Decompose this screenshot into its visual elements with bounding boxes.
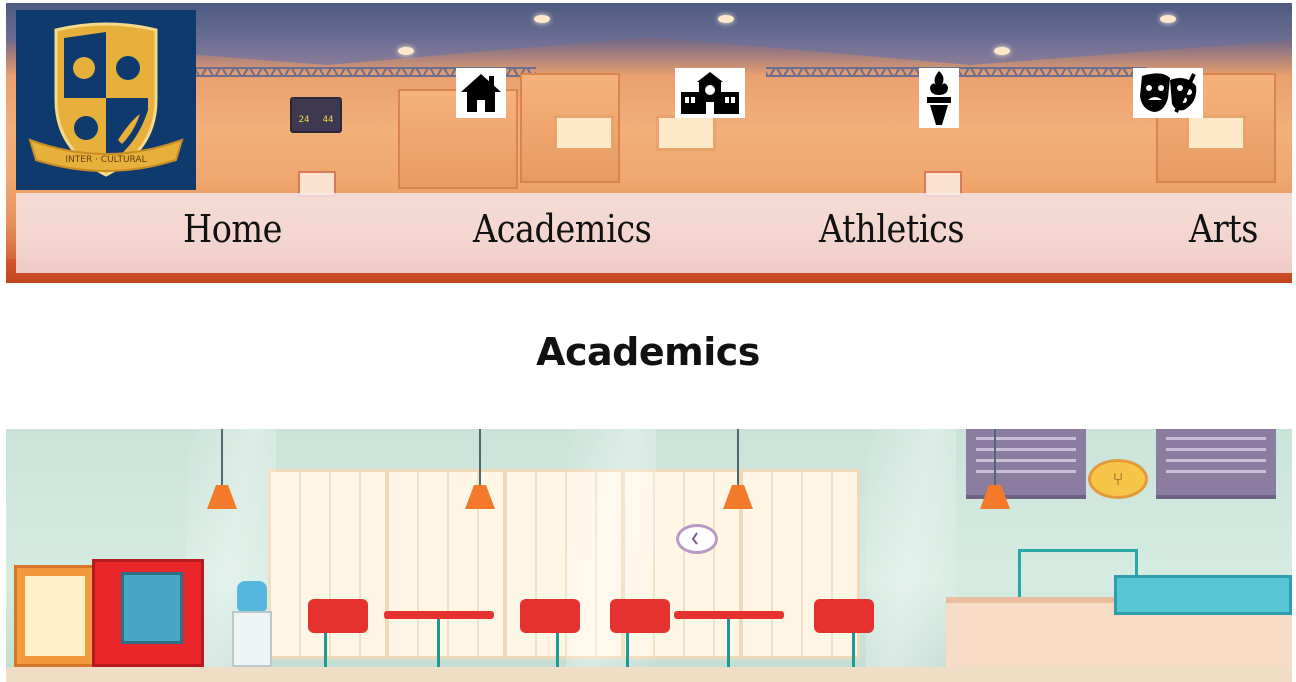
cafe-table <box>384 611 494 619</box>
cafe-table <box>674 611 784 619</box>
fork-knife-icon: ⑂ <box>1088 459 1148 499</box>
cafe-chair <box>610 599 670 633</box>
table-leg <box>727 619 730 667</box>
main-navbar: Home Academics Athletics Arts <box>16 193 1292 273</box>
cafe-chair <box>814 599 874 633</box>
pendant-cord <box>737 429 739 485</box>
ceiling-light <box>718 15 734 23</box>
light-beam <box>566 429 656 682</box>
water-cooler <box>232 581 272 667</box>
gym-window <box>1186 115 1246 151</box>
menu-board <box>1156 429 1276 499</box>
pendant-cord <box>479 429 481 485</box>
logo-banner-text: INTER · CULTURAL <box>65 155 146 165</box>
page-title: Academics <box>536 330 760 374</box>
nav-link-arts[interactable]: Arts <box>1189 207 1258 251</box>
nav-link-academics[interactable]: Academics <box>473 207 652 251</box>
school-building-icon[interactable] <box>675 68 745 118</box>
scoreboard-right: 44 <box>322 115 334 125</box>
ceiling-light <box>1160 15 1176 23</box>
menu-board <box>966 429 1086 499</box>
crest-icon: INTER · CULTURAL <box>28 22 184 177</box>
cafe-chair <box>520 599 580 633</box>
scoreboard: 24 44 <box>290 97 342 133</box>
cafe-floor <box>6 667 1292 682</box>
ceiling-light <box>534 15 550 23</box>
cafe-chair <box>308 599 368 633</box>
pendant-cord <box>994 429 996 485</box>
gym-window <box>554 115 614 151</box>
ceiling-light <box>398 47 414 55</box>
school-logo[interactable]: INTER · CULTURAL <box>16 10 196 190</box>
light-beam <box>866 429 956 682</box>
gym-window <box>656 115 716 151</box>
scoreboard-left: 24 <box>298 115 310 125</box>
theater-masks-palette-icon[interactable] <box>1133 68 1203 118</box>
ceiling-light <box>994 47 1010 55</box>
drinks-fridge <box>14 565 96 667</box>
home-icon[interactable] <box>456 68 506 118</box>
table-leg <box>437 619 440 667</box>
torch-icon[interactable] <box>919 68 959 128</box>
wall-clock-icon <box>676 524 718 554</box>
gym-ceiling <box>6 3 1292 65</box>
nav-link-athletics[interactable]: Athletics <box>819 207 965 251</box>
nav-link-home[interactable]: Home <box>183 207 282 251</box>
pendant-cord <box>221 429 223 485</box>
cafeteria-banner: ⑂ <box>6 429 1292 682</box>
display-case <box>1114 575 1292 615</box>
vending-machine <box>92 559 204 667</box>
